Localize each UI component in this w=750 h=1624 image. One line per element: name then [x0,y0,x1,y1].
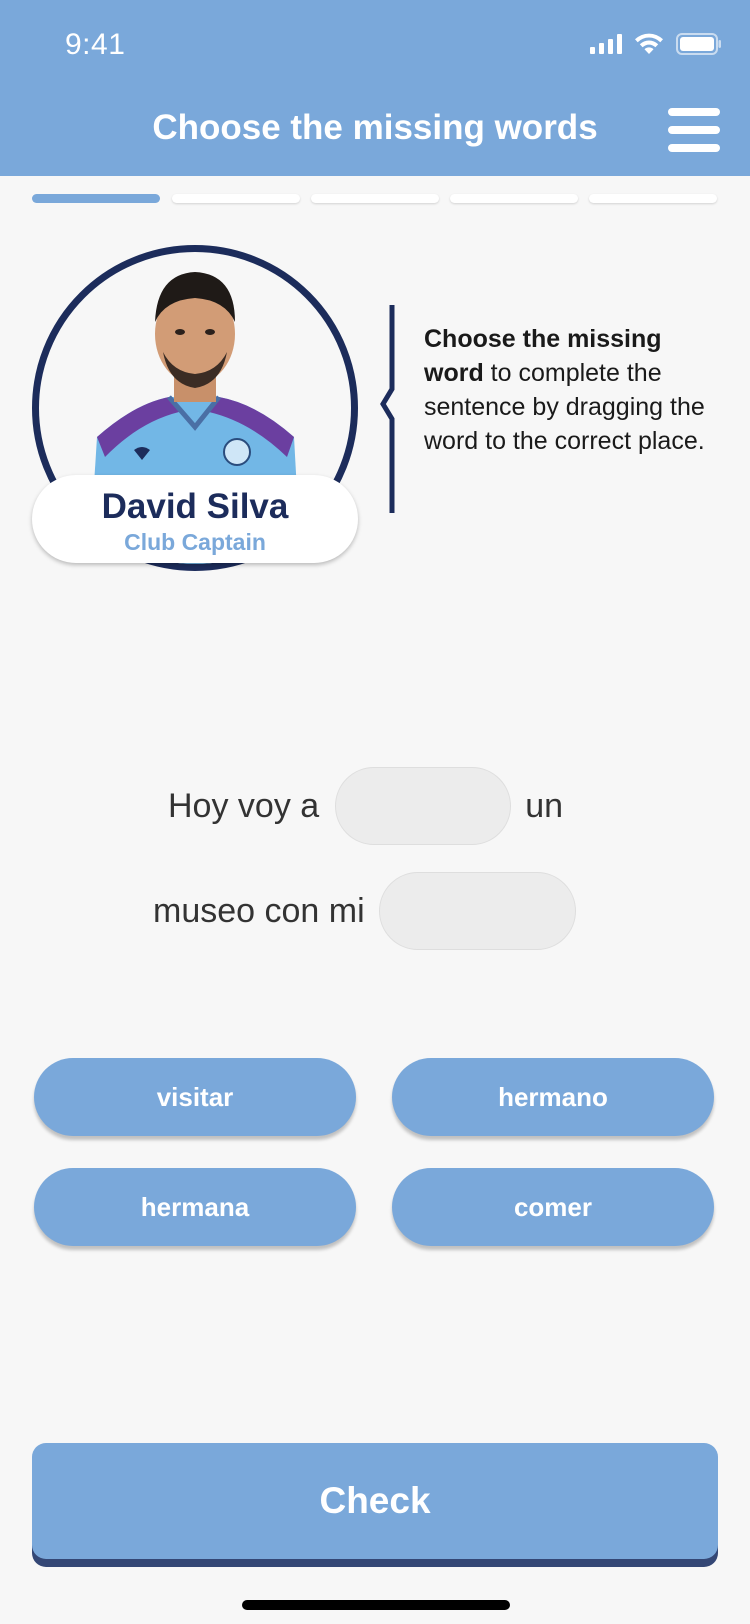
home-indicator [242,1600,510,1610]
check-button[interactable]: Check [32,1443,718,1559]
progress-segment [311,194,439,203]
player-role: Club Captain [124,529,266,555]
speech-divider [380,305,395,513]
player-name: David Silva [101,487,289,526]
sentence-text: Hoy voy a [168,786,320,825]
progress-segment [589,194,717,203]
menu-hamburger-icon[interactable] [668,108,720,152]
battery-icon [676,33,722,55]
player-card: David Silva Club Captain [32,245,358,571]
progress-segment [450,194,578,203]
player-name-badge: David Silva Club Captain [32,475,358,563]
progress-segment-complete [32,194,160,203]
drop-slot-2[interactable] [378,872,576,950]
word-option[interactable]: visitar [34,1058,356,1136]
status-icons [590,33,722,55]
wifi-icon [634,33,664,55]
page-title: Choose the missing words [152,108,598,147]
word-option[interactable]: hermano [392,1058,714,1136]
app-header: 9:41 Choose the missing words [0,0,750,176]
instruction-text: Choose the missing word to complete the … [424,322,724,458]
sentence-line-2: museo con mi [153,872,576,950]
sentence-line-1: Hoy voy a un [168,767,563,845]
word-option[interactable]: hermana [34,1168,356,1246]
cellular-signal-icon [590,34,622,54]
drop-slot-1[interactable] [335,767,512,845]
sentence-text: un [525,786,564,825]
sentence-text: museo con mi [153,891,365,930]
progress-segment [172,194,300,203]
word-option[interactable]: comer [392,1168,714,1246]
lesson-progress [32,194,718,206]
status-time: 9:41 [65,28,126,61]
